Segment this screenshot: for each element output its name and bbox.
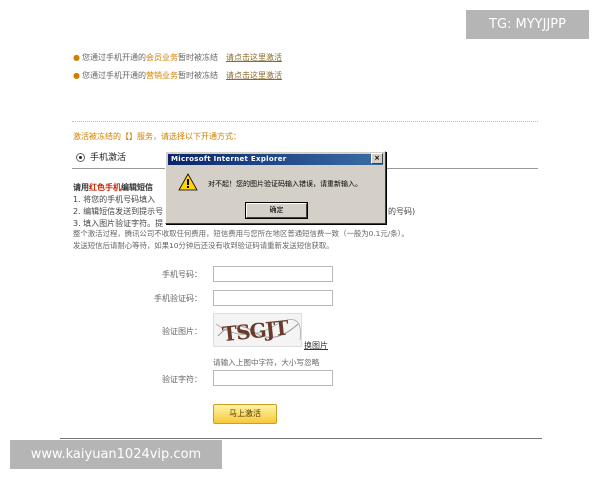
notice-item: ● 您通过手机开通的会员业务暂时被冻结 请点击这里激活 xyxy=(73,52,282,63)
activate-now-button[interactable]: 马上激活 xyxy=(213,404,277,424)
mobile-activation-option[interactable]: 手机激活 xyxy=(76,150,126,163)
captcha-text: TSGJT xyxy=(221,315,290,346)
phone-label: 手机号码： xyxy=(162,270,202,279)
instruction-note: 整个激活过程，腾讯公司不收取任何费用，短信费用与您所在地区普通短信费一致（一般为… xyxy=(73,229,409,238)
captcha-input[interactable] xyxy=(213,370,333,386)
dialog-title: Microsoft Internet Explorer xyxy=(168,154,383,165)
bullet-icon: ● xyxy=(73,71,80,80)
notice-highlight: 会员业务 xyxy=(145,53,178,62)
dialog-message: 对不起！您的图片验证码输入错误，请重新输入。 xyxy=(208,180,362,188)
warning-icon xyxy=(178,173,198,191)
activate-link[interactable]: 请点击这里激活 xyxy=(226,53,282,62)
activate-link[interactable]: 请点击这里激活 xyxy=(226,71,282,80)
error-dialog: Microsoft Internet Explorer × 对不起！您的图片验证… xyxy=(165,151,386,224)
sms-code-label: 手机验证码： xyxy=(154,294,202,303)
notice-text: 您通过手机开通的 xyxy=(81,71,146,80)
phone-input[interactable] xyxy=(213,266,333,282)
notice-text: 您通过手机开通的 xyxy=(81,53,146,62)
instruction-step: 2. 编辑短信发送到提示号 xyxy=(73,207,164,216)
captcha-image: TSGJT xyxy=(213,313,302,347)
notice-text-tail: 暂时被冻结 xyxy=(177,71,218,80)
watermark-bottom: www.kaiyuan1024vip.com xyxy=(10,440,222,469)
radio-selected-icon[interactable] xyxy=(76,153,85,162)
bullet-icon: ● xyxy=(73,53,80,62)
instruction-note: 发送短信后请耐心等待，如果10分钟后还没有收到验证码请重新发送短信获取。 xyxy=(73,241,334,250)
divider xyxy=(72,121,538,122)
notice-item: ● 您通过手机开通的营销业务暂时被冻结 请点击这里激活 xyxy=(73,70,282,81)
captcha-chars-label: 验证字符： xyxy=(162,375,202,384)
dialog-close-button[interactable]: × xyxy=(371,153,383,164)
sms-code-input[interactable] xyxy=(213,290,333,306)
instruction-lead: 请用红色手机编辑短信 xyxy=(73,183,153,192)
notice-text-tail: 暂时被冻结 xyxy=(177,53,218,62)
divider xyxy=(60,438,542,439)
refresh-captcha-link[interactable]: 换图片 xyxy=(304,340,328,351)
instruction-step: 1. 将您的手机号码填入 xyxy=(73,195,156,204)
captcha-hint: 请输入上图中字符，大小写忽略 xyxy=(213,358,320,367)
dialog-ok-button[interactable]: 确定 xyxy=(245,202,308,219)
radio-label: 手机激活 xyxy=(90,153,127,163)
watermark-top: TG: MYYJJPP xyxy=(466,10,589,39)
section-title: 激活被冻结的【】服务，请选择以下开通方式： xyxy=(73,132,241,141)
instruction-step-tail: 的号码) xyxy=(388,207,416,216)
notice-highlight: 营销业务 xyxy=(145,71,178,80)
captcha-label: 验证图片： xyxy=(162,327,202,336)
